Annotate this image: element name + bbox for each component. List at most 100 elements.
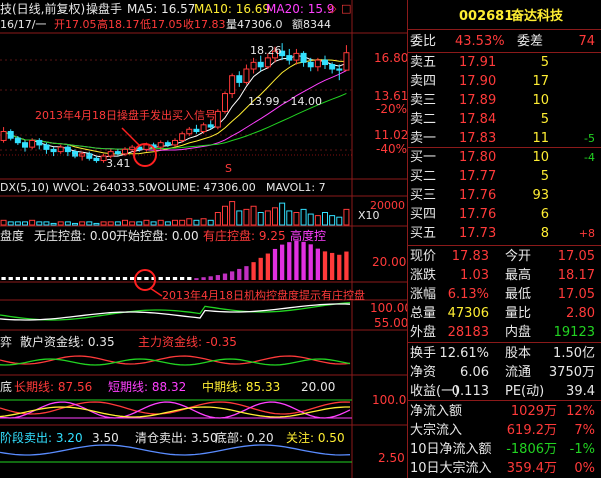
candle-body [286, 55, 293, 61]
volume-bar [157, 219, 164, 226]
control-bar [330, 252, 335, 280]
volume-bar [229, 201, 236, 226]
sell-stage-2: 3.50 [92, 431, 119, 445]
control-bar-zero [122, 277, 128, 280]
candle-body [336, 68, 343, 71]
order-row[interactable]: 买四 17.76 6 [407, 205, 601, 224]
control-bar [244, 266, 249, 280]
control-bar-zero [30, 277, 35, 280]
order-price: 17.76 [459, 188, 497, 203]
order-row[interactable]: 买三 17.76 93 [407, 186, 601, 205]
volume-bar [272, 207, 278, 226]
s-marker: S [225, 162, 232, 175]
stat-label: 涨跌 [410, 268, 437, 283]
osc-line-green [0, 301, 351, 321]
volume-bar [222, 205, 228, 226]
volume-bar [307, 213, 314, 226]
volume-bar [186, 218, 193, 226]
order-row[interactable]: 买二 17.77 5 [407, 167, 601, 186]
volume-bar [193, 219, 200, 226]
volume-bar [243, 208, 250, 226]
sell-clear: 清仓卖出: 3.50 [135, 431, 218, 445]
candle-body [7, 131, 14, 139]
stock-name: 奋达科技 [511, 9, 564, 24]
control-bar-zero [22, 277, 28, 280]
order-row[interactable]: 卖二 17.84 5 [407, 110, 601, 129]
buy-signal-annotation: 2013年4月18日操盘手发出买入信号 [35, 109, 216, 122]
stat-value: 47306 [447, 306, 489, 321]
axis-vol-1: X10 [358, 209, 380, 222]
candle-body [43, 144, 50, 150]
stat-value: 0.113 [451, 384, 489, 399]
obv-label: DX(5,10) WVOL: 264033.50 [0, 181, 153, 194]
flow-percent: 12% [566, 404, 595, 419]
divider [407, 245, 601, 246]
bottom-title: 底 [0, 380, 13, 394]
stat-row: 总量 47306 量比 2.80 [407, 304, 601, 323]
control-bar-zero [87, 277, 92, 280]
candle-body [50, 148, 57, 153]
stat-label: 量比 [505, 306, 532, 321]
candle-body [143, 144, 150, 150]
volume-bar [43, 221, 50, 226]
order-label: 卖一 [410, 131, 437, 146]
flow-label: 10日净流入额 [410, 442, 492, 457]
candle-body [257, 61, 264, 68]
volume-bar [136, 221, 143, 226]
control-start: 开始控盘: 0.00 [116, 229, 199, 243]
order-row[interactable]: 卖五 17.91 5 [407, 53, 601, 72]
candle-body [22, 142, 28, 148]
volume-bar [100, 221, 107, 226]
kline-chart-area[interactable]: 技(日线,前复权) 操盘手 MA5: 16.57 MA10: 16.69 MA2… [0, 0, 412, 478]
control-bar-zero [94, 277, 99, 280]
axis-osc-0: 100.00 [370, 301, 412, 315]
volume-bar [172, 219, 178, 226]
candle-body [214, 110, 221, 128]
control-bar-zero [15, 277, 20, 280]
order-row[interactable]: 买一 17.80 10 -4 [407, 148, 601, 167]
stat-label: 股本 [505, 346, 532, 361]
stat-row: 现价 17.83 今开 17.05 [407, 247, 601, 266]
weibi-value: 43.53% [455, 34, 505, 49]
order-row[interactable]: 卖三 17.89 10 [407, 91, 601, 110]
stat-row: 外盘 28183 内盘 19123 [407, 323, 601, 342]
candle-body [36, 139, 43, 146]
control-bar-zero [80, 277, 85, 280]
bottom-part: 底部: 0.20 [215, 431, 274, 445]
order-price: 17.73 [459, 226, 497, 241]
order-volume: 6 [540, 207, 549, 222]
candle-body [229, 75, 236, 95]
mavol-label: MAVOL1: 7 [266, 181, 326, 194]
volume-bar [329, 215, 336, 226]
volume-bar [257, 212, 264, 226]
weicha-value: 74 [578, 34, 595, 49]
candle-body [293, 52, 300, 61]
order-price: 17.89 [459, 93, 497, 108]
stat-label: 涨幅 [410, 287, 437, 302]
quote-panel: 002681 奋达科技 委比 43.53% 委差 74 卖五 17.91 5 卖四 17… [407, 0, 601, 478]
order-change: -5 [584, 132, 595, 145]
order-row[interactable]: 买五 17.73 8 +8 [407, 224, 601, 243]
osc-line-white [0, 303, 351, 321]
order-row[interactable]: 卖一 17.83 11 -5 [407, 129, 601, 148]
order-price: 17.84 [459, 112, 497, 127]
weibi-row: 委比 43.53% 委差 74 [407, 31, 601, 52]
candle-body [0, 131, 7, 141]
candle-body [186, 128, 193, 135]
candle-body [200, 124, 207, 133]
stat-label: 净资 [410, 365, 437, 380]
stat-label: 内盘 [505, 325, 532, 340]
stat-row: 换手 12.61% 股本 1.50亿 [407, 344, 601, 363]
control-bar [294, 240, 299, 280]
flow-row: 大宗流入 619.2万 7% [407, 421, 601, 440]
volume-bar [164, 221, 171, 226]
stat-value: 17.05 [557, 249, 595, 264]
stat-row: 涨幅 6.13% 最低 17.05 [407, 285, 601, 304]
order-volume: 17 [532, 74, 549, 89]
volume-bar [236, 210, 243, 226]
control-bar-zero [8, 277, 13, 280]
control-bar [237, 268, 242, 280]
control-bar-zero [51, 277, 56, 280]
sell-stage: 阶段卖出: 3.20 [0, 431, 83, 445]
order-row[interactable]: 卖四 17.90 17 [407, 72, 601, 91]
